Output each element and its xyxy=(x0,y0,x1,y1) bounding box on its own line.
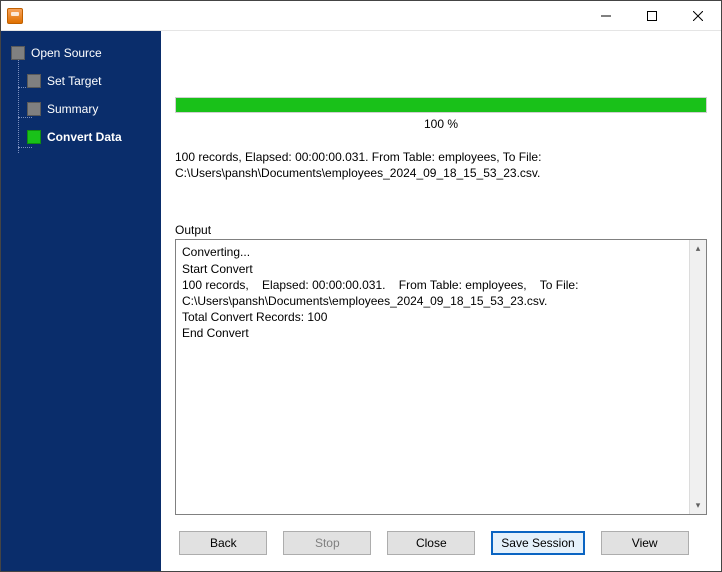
main-panel: 100 % 100 records, Elapsed: 00:00:00.031… xyxy=(161,31,721,571)
minimize-button[interactable] xyxy=(583,1,629,30)
progress-bar xyxy=(175,97,707,113)
step-label: Convert Data xyxy=(47,130,122,144)
scroll-down-icon[interactable]: ▾ xyxy=(690,497,706,514)
step-box-icon xyxy=(27,130,41,144)
footer-buttons: Back Stop Close Save Session View xyxy=(175,515,707,571)
step-label: Open Source xyxy=(31,46,102,60)
step-convert-data[interactable]: Convert Data xyxy=(1,123,161,151)
window-controls xyxy=(583,1,721,30)
step-set-target[interactable]: Set Target xyxy=(1,67,161,95)
titlebar xyxy=(1,1,721,31)
step-box-icon xyxy=(27,74,41,88)
close-wizard-button[interactable]: Close xyxy=(387,531,475,555)
app-window: Open Source Set Target Summary Convert D… xyxy=(0,0,722,572)
maximize-button[interactable] xyxy=(629,1,675,30)
output-label: Output xyxy=(175,223,707,237)
view-button[interactable]: View xyxy=(601,531,689,555)
step-open-source[interactable]: Open Source xyxy=(1,39,161,67)
scroll-up-icon[interactable]: ▴ xyxy=(690,240,706,257)
summary-text: 100 records, Elapsed: 00:00:00.031. From… xyxy=(175,149,707,181)
output-scrollbar[interactable]: ▴ ▾ xyxy=(689,240,706,514)
save-session-button[interactable]: Save Session xyxy=(491,531,584,555)
progress-percent: 100 % xyxy=(175,117,707,131)
close-button[interactable] xyxy=(675,1,721,30)
stop-button: Stop xyxy=(283,531,371,555)
output-box: Converting... Start Convert 100 records,… xyxy=(175,239,707,515)
step-label: Summary xyxy=(47,102,98,116)
wizard-sidebar: Open Source Set Target Summary Convert D… xyxy=(1,31,161,571)
step-box-icon xyxy=(11,46,25,60)
app-icon xyxy=(7,8,23,24)
step-box-icon xyxy=(27,102,41,116)
step-summary[interactable]: Summary xyxy=(1,95,161,123)
back-button[interactable]: Back xyxy=(179,531,267,555)
step-label: Set Target xyxy=(47,74,101,88)
output-text[interactable]: Converting... Start Convert 100 records,… xyxy=(176,240,689,514)
